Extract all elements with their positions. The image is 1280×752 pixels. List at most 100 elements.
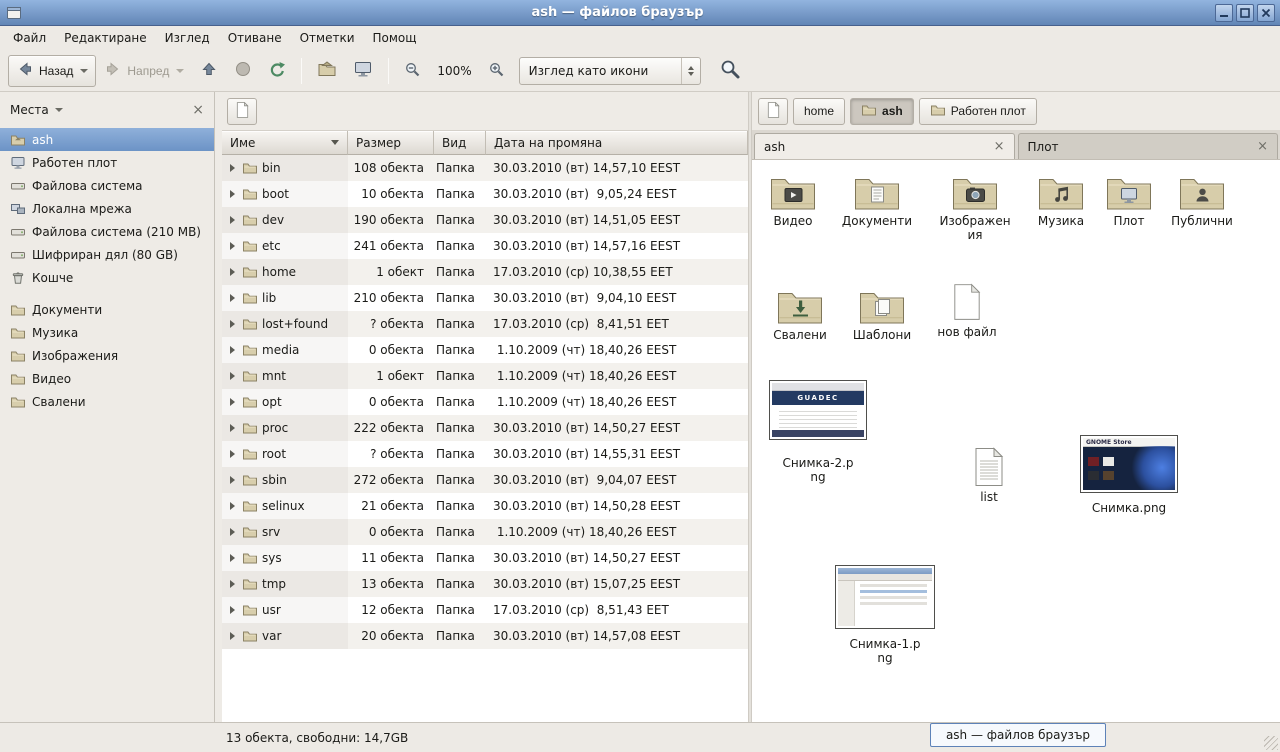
expander-icon[interactable]: [230, 502, 235, 510]
table-row[interactable]: etc241 обектаПапка30.03.2010 (вт) 14,57,…: [222, 233, 748, 259]
expander-icon[interactable]: [230, 268, 235, 276]
column-header[interactable]: Дата на промяна: [486, 131, 748, 155]
table-row[interactable]: var20 обектаПапка30.03.2010 (вт) 14,57,0…: [222, 623, 748, 649]
sidebar-item[interactable]: Шифриран дял (80 GB): [0, 243, 214, 266]
tab[interactable]: ash×: [754, 133, 1015, 159]
menu-item[interactable]: Файл: [4, 27, 55, 49]
table-row[interactable]: tmp13 обектаПапка30.03.2010 (вт) 15,07,2…: [222, 571, 748, 597]
sidebar-item[interactable]: Локална мрежа: [0, 197, 214, 220]
icon-item[interactable]: Публични: [1157, 173, 1247, 228]
close-button[interactable]: [1257, 4, 1275, 22]
expander-icon[interactable]: [230, 294, 235, 302]
forward-dropdown-icon[interactable]: [176, 69, 184, 73]
title-bar[interactable]: ash — файлов браузър: [0, 0, 1280, 26]
resize-grip[interactable]: [1264, 736, 1278, 750]
sidebar-item[interactable]: Документи: [0, 298, 214, 321]
table-row[interactable]: lib210 обектаПапка30.03.2010 (вт) 9,04,1…: [222, 285, 748, 311]
sidebar-splitter[interactable]: [215, 92, 222, 722]
menu-item[interactable]: Помощ: [364, 27, 426, 49]
location-toggle-button[interactable]: [227, 98, 257, 125]
up-button[interactable]: [192, 55, 226, 87]
icon-item[interactable]: Шаблони: [837, 287, 927, 342]
table-row[interactable]: boot10 обектаПапка30.03.2010 (вт) 9,05,2…: [222, 181, 748, 207]
path-button[interactable]: Работен плот: [919, 98, 1037, 125]
minimize-button[interactable]: [1215, 4, 1233, 22]
expander-icon[interactable]: [230, 606, 235, 614]
table-row[interactable]: selinux21 обектаПапка30.03.2010 (вт) 14,…: [222, 493, 748, 519]
table-row[interactable]: home1 обектПапка17.03.2010 (ср) 10,38,55…: [222, 259, 748, 285]
tab[interactable]: Плот×: [1018, 133, 1279, 159]
icon-item[interactable]: GNOME StoreСнимка.png: [1084, 435, 1174, 515]
sidebar-item[interactable]: Файлова система (210 MB): [0, 220, 214, 243]
table-row[interactable]: srv0 обектаПапка 1.10.2009 (чт) 18,40,26…: [222, 519, 748, 545]
expander-icon[interactable]: [230, 398, 235, 406]
places-title[interactable]: Места: [10, 103, 49, 117]
maximize-button[interactable]: [1236, 4, 1254, 22]
expander-icon[interactable]: [230, 190, 235, 198]
expander-icon[interactable]: [230, 346, 235, 354]
icon-item[interactable]: Видео: [752, 173, 838, 228]
expander-icon[interactable]: [230, 242, 235, 250]
table-row[interactable]: usr12 обектаПапка17.03.2010 (ср) 8,51,43…: [222, 597, 748, 623]
menu-item[interactable]: Редактиране: [55, 27, 156, 49]
expander-icon[interactable]: [230, 372, 235, 380]
expander-icon[interactable]: [230, 164, 235, 172]
menu-item[interactable]: Отиване: [219, 27, 291, 49]
path-button[interactable]: home: [793, 98, 845, 125]
combo-spinner-icon[interactable]: [681, 58, 700, 84]
table-row[interactable]: media0 обектаПапка 1.10.2009 (чт) 18,40,…: [222, 337, 748, 363]
icon-item[interactable]: Снимка-1.png: [840, 565, 930, 665]
icon-item[interactable]: Свалени: [755, 287, 845, 342]
expander-icon[interactable]: [230, 424, 235, 432]
icon-item[interactable]: GUADECСнимка-2.png: [773, 380, 863, 484]
reload-button[interactable]: [260, 55, 294, 87]
expander-icon[interactable]: [230, 554, 235, 562]
search-button[interactable]: [711, 55, 749, 87]
sidebar-item[interactable]: Музика: [0, 321, 214, 344]
sidebar-item[interactable]: Работен плот: [0, 151, 214, 174]
home-button[interactable]: [309, 55, 345, 87]
zoom-in-button[interactable]: [480, 55, 513, 87]
expander-icon[interactable]: [230, 632, 235, 640]
expander-icon[interactable]: [230, 216, 235, 224]
table-row[interactable]: bin108 обектаПапка30.03.2010 (вт) 14,57,…: [222, 155, 748, 181]
back-button[interactable]: Назад: [8, 55, 96, 87]
icon-item[interactable]: нов файл: [922, 283, 1012, 339]
menu-item[interactable]: Отметки: [291, 27, 364, 49]
table-row[interactable]: sbin272 обектаПапка30.03.2010 (вт) 9,04,…: [222, 467, 748, 493]
zoom-out-button[interactable]: [396, 55, 429, 87]
path-button[interactable]: ash: [850, 98, 914, 125]
expander-icon[interactable]: [230, 320, 235, 328]
location-toggle-button[interactable]: [758, 98, 788, 125]
tab-close-icon[interactable]: ×: [994, 140, 1005, 153]
table-row[interactable]: mnt1 обектПапка 1.10.2009 (чт) 18,40,26 …: [222, 363, 748, 389]
sidebar-item[interactable]: Файлова система: [0, 174, 214, 197]
places-dropdown-icon[interactable]: [55, 108, 63, 112]
icon-item[interactable]: Документи: [832, 173, 922, 228]
table-row[interactable]: opt0 обектаПапка 1.10.2009 (чт) 18,40,26…: [222, 389, 748, 415]
tab-close-icon[interactable]: ×: [1257, 140, 1268, 153]
sidebar-close-icon[interactable]: ×: [192, 103, 204, 117]
table-row[interactable]: proc222 обектаПапка30.03.2010 (вт) 14,50…: [222, 415, 748, 441]
view-mode-select[interactable]: Изглед като икони: [519, 57, 701, 85]
sidebar-item[interactable]: Кошче: [0, 266, 214, 289]
column-header[interactable]: Име: [222, 131, 348, 155]
column-header[interactable]: Вид: [434, 131, 486, 155]
menu-item[interactable]: Изглед: [156, 27, 219, 49]
expander-icon[interactable]: [230, 476, 235, 484]
table-row[interactable]: sys11 обектаПапка30.03.2010 (вт) 14,50,2…: [222, 545, 748, 571]
column-header[interactable]: Размер: [348, 131, 434, 155]
icon-item[interactable]: list: [944, 447, 1034, 504]
stop-button[interactable]: [226, 55, 260, 87]
expander-icon[interactable]: [230, 528, 235, 536]
table-row[interactable]: lost+found? обектаПапка17.03.2010 (ср) 8…: [222, 311, 748, 337]
sidebar-item[interactable]: Свалени: [0, 390, 214, 413]
computer-button[interactable]: [345, 55, 381, 87]
forward-button[interactable]: Напред: [96, 55, 192, 87]
back-dropdown-icon[interactable]: [80, 69, 88, 73]
icon-item[interactable]: Изображения: [930, 173, 1020, 242]
sidebar-item[interactable]: ash: [0, 128, 214, 151]
table-row[interactable]: dev190 обектаПапка30.03.2010 (вт) 14,51,…: [222, 207, 748, 233]
expander-icon[interactable]: [230, 450, 235, 458]
table-row[interactable]: root? обектаПапка30.03.2010 (вт) 14,55,3…: [222, 441, 748, 467]
